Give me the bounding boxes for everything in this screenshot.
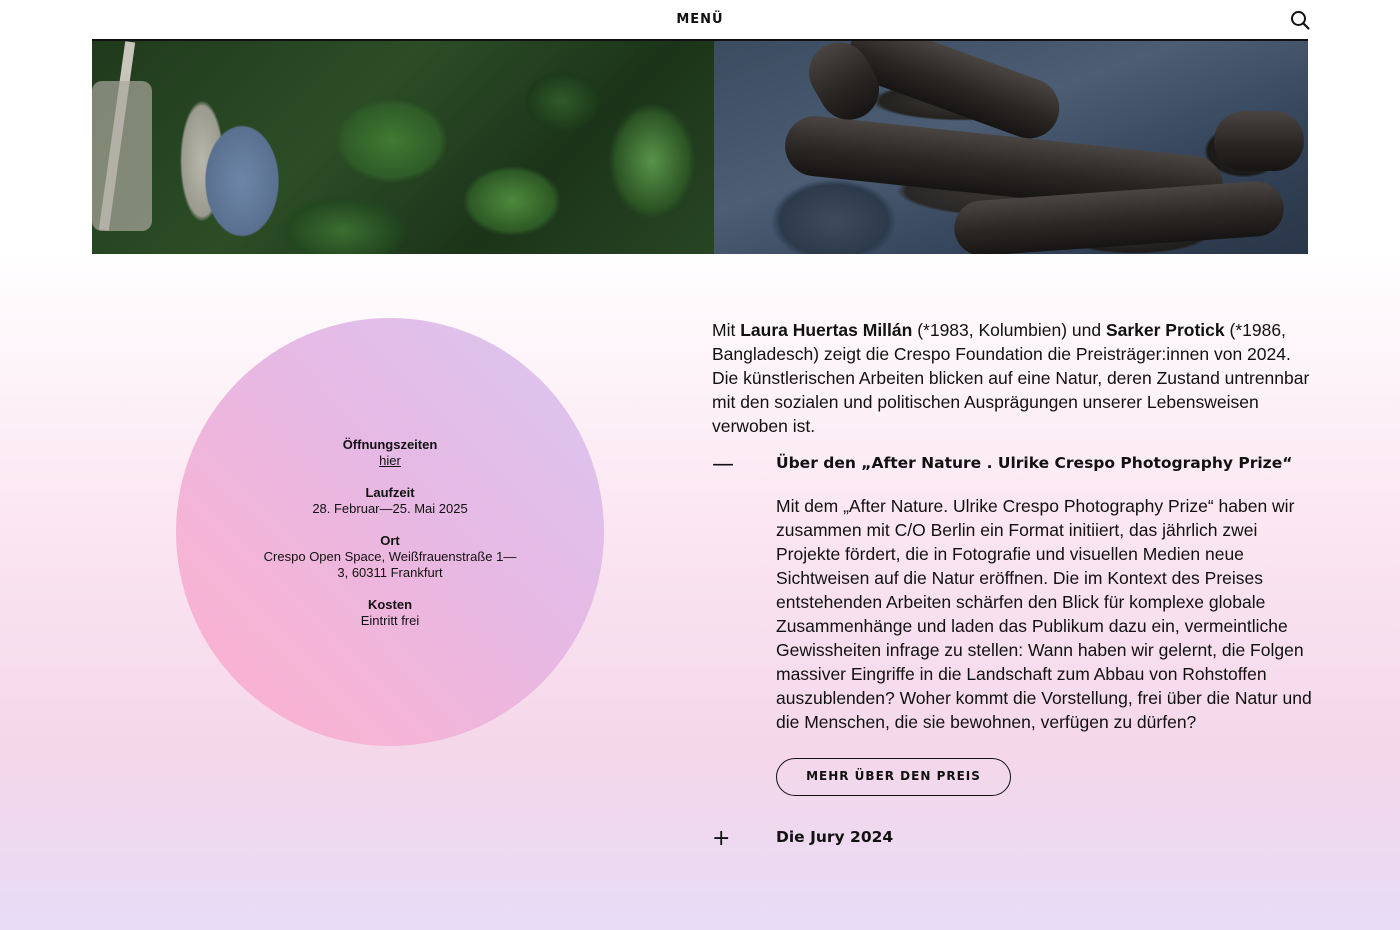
- runtime-label: Laufzeit: [365, 485, 415, 500]
- location-block: Ort Crespo Open Space, Weißfrauenstraße …: [250, 533, 530, 581]
- info-circle: [176, 318, 604, 746]
- forest-image: [92, 41, 714, 254]
- cost-block: Kosten Eintritt frei: [250, 597, 530, 629]
- accordion-prize-body: Mit dem „After Nature. Ulrike Crespo Pho…: [776, 496, 1312, 732]
- expand-icon[interactable]: +: [712, 826, 730, 854]
- cost-value: Eintritt frei: [360, 613, 420, 628]
- logs-image: [714, 41, 1308, 254]
- accordion-prize-title[interactable]: Über den „After Nature . Ulrike Crespo P…: [776, 454, 1292, 472]
- location-label: Ort: [380, 533, 400, 548]
- intro-paragraph: Mit Laura Huertas Millán (*1983, Kolumbi…: [712, 318, 1312, 438]
- menu-button[interactable]: MENÜ: [676, 12, 723, 27]
- artist-name-1: Laura Huertas Millán: [740, 320, 913, 340]
- cost-label: Kosten: [367, 597, 413, 612]
- search-icon[interactable]: [1289, 9, 1311, 31]
- runtime-value: 28. Februar—25. Mai 2025: [312, 501, 468, 516]
- more-about-prize-button[interactable]: MEHR ÜBER DEN PREIS: [776, 758, 1011, 796]
- artist-name-2: Sarker Protick: [1105, 320, 1225, 340]
- hours-link[interactable]: hier: [379, 453, 401, 468]
- collapse-icon[interactable]: —: [712, 452, 734, 480]
- hours-label: Öffnungszeiten: [342, 437, 438, 452]
- top-bar: MENÜ: [0, 0, 1400, 40]
- location-line-1: Crespo Open Space, Weißfrauenstraße 1—: [263, 549, 517, 564]
- hours-block: Öffnungszeiten hier: [250, 437, 530, 469]
- accordion-jury-title[interactable]: Die Jury 2024: [776, 828, 893, 846]
- hero-images: [92, 39, 1308, 254]
- menu-container: MENÜ: [0, 12, 1400, 27]
- intro-text-2: (*1983, Kolumbien) und: [912, 320, 1106, 340]
- accordion-jury-header[interactable]: + Die Jury 2024: [712, 826, 1312, 854]
- accordion-prize-header[interactable]: — Über den „After Nature . Ulrike Crespo…: [712, 452, 1312, 480]
- runtime-block: Laufzeit 28. Februar—25. Mai 2025: [250, 485, 530, 517]
- intro-text-1: Mit: [712, 320, 741, 340]
- location-line-2: 3, 60311 Frankfurt: [337, 565, 443, 580]
